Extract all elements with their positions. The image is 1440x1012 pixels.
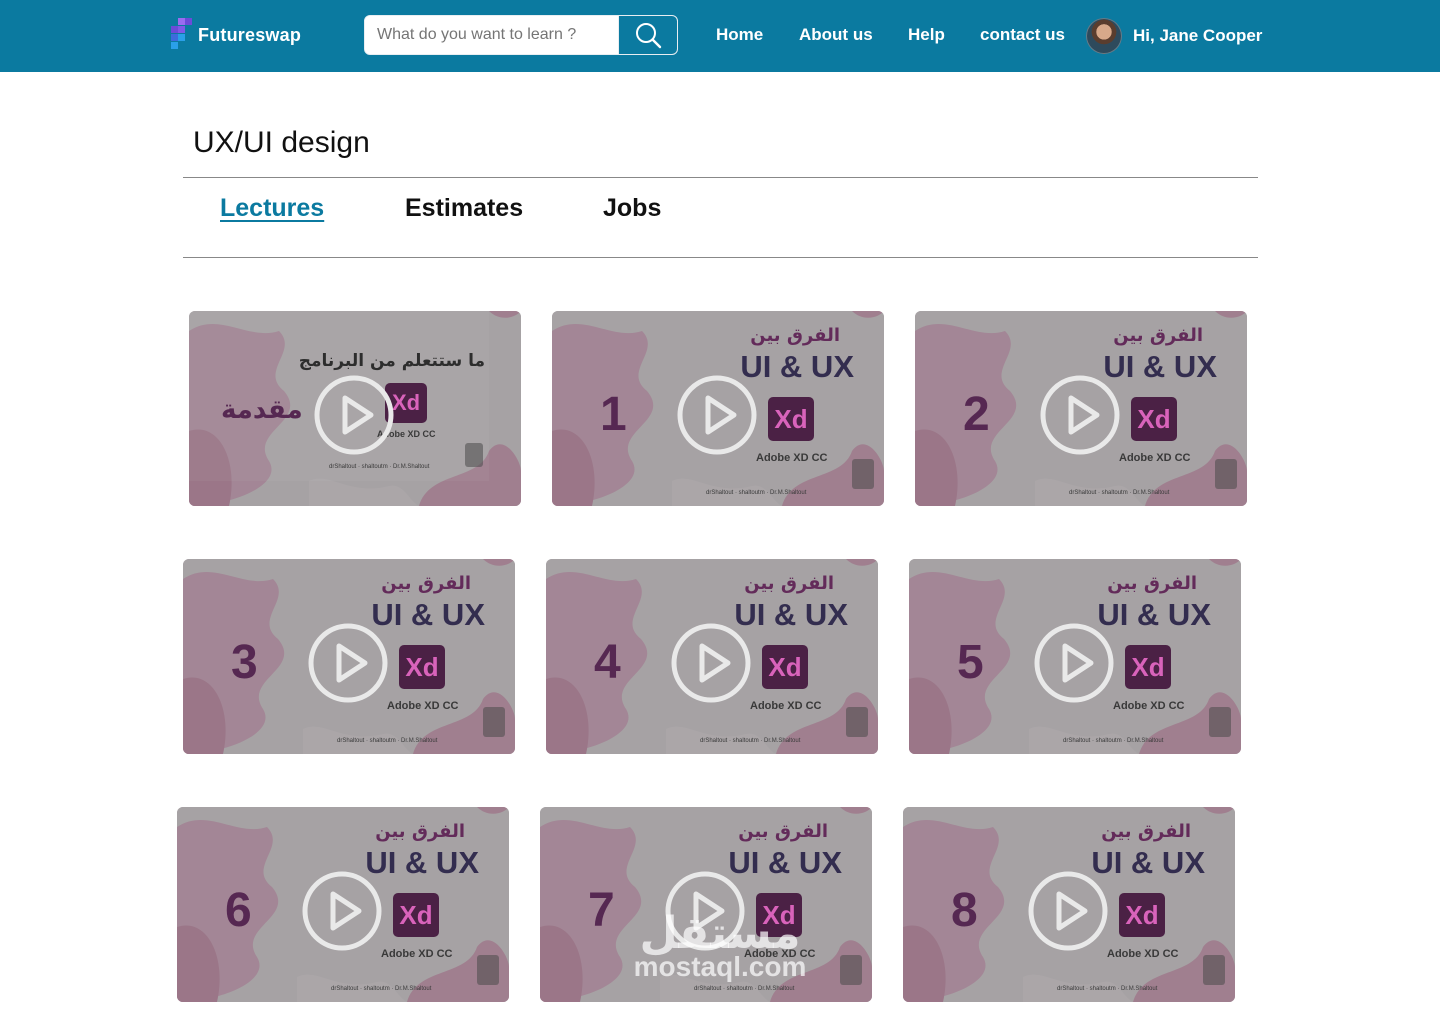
search-icon [636,23,662,49]
search-button[interactable] [618,16,677,54]
tab-estimates[interactable]: Estimates [405,194,523,223]
search-bar [364,15,678,55]
lecture-card[interactable]: الفرق بين UI & UX 8 Xd Adobe XD CC drShaltout… [903,807,1235,1002]
lecture-card-intro[interactable]: ما ستتعلم من البرنامج مقدمة Xd Adobe XD CC d… [189,311,521,506]
lecture-card[interactable]: الفرق بين UI & UX 3 Xd Adobe XD CC drShaltout… [183,559,515,754]
brand-logo[interactable]: Futureswap [170,16,301,54]
lecture-card[interactable]: الفرق بين UI & UX 1 Xd Adobe XD CC drShaltout… [552,311,884,506]
play-icon[interactable] [1033,622,1115,704]
play-icon[interactable] [1027,870,1109,952]
page-title: UX/UI design [193,126,370,159]
tabs-divider [183,257,1258,258]
nav-home-link[interactable]: Home [716,25,763,47]
nav-about-link[interactable]: About us [799,25,873,47]
lecture-card[interactable]: الفرق بين UI & UX 5 Xd Adobe XD CC drShaltout… [909,559,1241,754]
play-icon[interactable] [301,870,383,952]
play-icon[interactable] [307,622,389,704]
lecture-card[interactable]: الفرق بين UI & UX 4 Xd Adobe XD CC drShaltout… [546,559,878,754]
tab-jobs[interactable]: Jobs [603,194,661,223]
avatar[interactable] [1086,18,1122,54]
user-greeting[interactable]: Hi, Jane Cooper [1133,26,1262,46]
search-input[interactable] [365,16,621,54]
title-divider [183,177,1258,178]
play-icon[interactable] [676,374,758,456]
lecture-card[interactable]: الفرق بين UI & UX 2 Xd Adobe XD CC drShaltout… [915,311,1247,506]
watermark-text: mostaql.com [633,951,807,982]
play-icon[interactable] [313,374,395,456]
brand-name: Futureswap [198,24,302,45]
tab-lectures[interactable]: Lectures [220,194,324,223]
nav-contact-link[interactable]: contact us [980,25,1065,47]
lecture-card[interactable]: الفرق بين UI & UX 6 Xd Adobe XD CC drShaltout… [177,807,509,1002]
logo-mark-icon [170,17,192,53]
watermark: مستقل mostaql.com [632,910,808,982]
play-icon[interactable] [1039,374,1121,456]
play-icon[interactable] [670,622,752,704]
nav-help-link[interactable]: Help [908,25,945,47]
